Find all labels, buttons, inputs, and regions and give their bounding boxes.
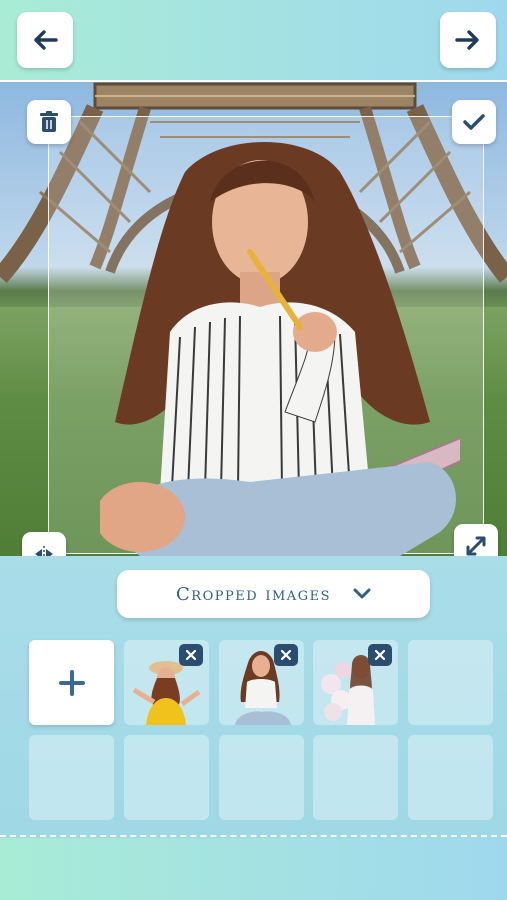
cropped-images-grid <box>29 640 494 821</box>
add-image-button[interactable] <box>29 640 114 725</box>
cropped-images-dropdown[interactable]: Cropped images <box>117 570 430 618</box>
chevron-down-icon <box>353 588 371 599</box>
empty-slot <box>219 735 304 820</box>
close-icon <box>375 650 385 660</box>
close-icon <box>186 650 196 660</box>
plus-icon <box>58 669 85 696</box>
delete-button[interactable] <box>27 100 71 144</box>
empty-slot <box>29 735 114 820</box>
arrow-right-icon <box>455 30 479 50</box>
thumbnail-item[interactable] <box>313 640 398 725</box>
cutout-person-image[interactable] <box>100 132 460 556</box>
thumbnail-item[interactable] <box>219 640 304 725</box>
thumbnail-item[interactable] <box>124 640 209 725</box>
remove-thumbnail-button[interactable] <box>179 644 203 666</box>
empty-slot <box>124 735 209 820</box>
close-icon <box>281 650 291 660</box>
remove-thumbnail-button[interactable] <box>274 644 298 666</box>
empty-slot <box>408 735 493 820</box>
trash-icon <box>40 111 58 132</box>
dropdown-label: Cropped images <box>176 583 331 605</box>
empty-slot <box>408 640 493 725</box>
back-button[interactable] <box>17 12 73 68</box>
top-bar <box>0 0 507 80</box>
arrow-left-icon <box>34 30 58 50</box>
check-icon <box>463 114 485 130</box>
divider <box>0 835 507 837</box>
resize-diagonal-icon <box>466 536 486 556</box>
empty-slot <box>313 735 398 820</box>
remove-thumbnail-button[interactable] <box>368 644 392 666</box>
editor-canvas[interactable] <box>0 82 507 556</box>
bottom-bar <box>0 838 507 900</box>
confirm-button[interactable] <box>452 100 496 144</box>
next-button[interactable] <box>440 12 496 68</box>
